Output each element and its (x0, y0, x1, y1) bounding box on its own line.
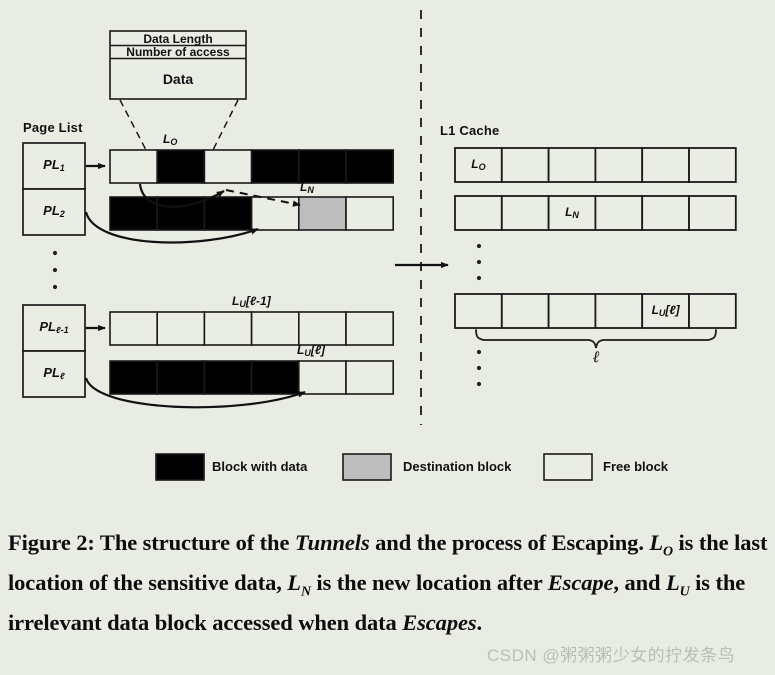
csdn-watermark: CSDN @粥粥粥少女的拧发条鸟 (487, 646, 736, 665)
cache-lu-suffix: [ℓ] (665, 303, 680, 317)
legend-swatch-dest (342, 453, 392, 481)
pll-1-sub: ℓ-1 (55, 325, 69, 335)
caption-var-ln: LN (287, 570, 311, 600)
diagram-area: Data Length Number of access Data Page L… (0, 0, 775, 520)
data-length-label: Data Length (143, 32, 213, 46)
legend-label-block-with-data: Block with data (212, 459, 308, 474)
caption-prefix: Figure 2: The structure of the (8, 530, 295, 555)
pll-1-name: PL (39, 319, 56, 334)
label-l-origin: LO (163, 132, 178, 147)
cache-cell-label-lo: LO (455, 157, 502, 172)
cache-lu-sub: U (658, 308, 666, 318)
caption-var-lu-base: L (665, 570, 680, 595)
cache-lu-name: L (651, 303, 659, 317)
caption-var-lu: LU (665, 570, 690, 600)
caption-var-ln-base: L (287, 570, 301, 595)
lu-l-suffix: [ℓ] (310, 343, 326, 357)
cache-row-3 (454, 293, 737, 329)
memory-row-pll (109, 360, 395, 395)
label-lu-l-minus-1: LU[ℓ-1] (232, 294, 271, 309)
lu-l-minus-1-suffix: [ℓ-1] (245, 294, 271, 308)
page-list-item-pl1: PL1 (23, 157, 85, 173)
pl2-name: PL (43, 203, 60, 218)
pl1-name: PL (43, 157, 60, 172)
cache-cell-label-ln: LN (549, 205, 596, 220)
cache-cell-label-lu: LU[ℓ] (642, 303, 689, 318)
figure-page: Data Length Number of access Data Page L… (0, 0, 775, 675)
legend-swatch-data (155, 453, 205, 481)
lu-l-sub: U (304, 348, 311, 358)
legend-swatch-free (543, 453, 593, 481)
caption-var-ln-sub: N (300, 584, 311, 600)
caption-em-tunnels: Tunnels (294, 530, 370, 555)
cache-ellipsis-bottom (476, 349, 482, 387)
caption-mid1: and the process of Escaping. (369, 530, 650, 555)
cache-brace-label: ℓ (592, 349, 600, 366)
cache-row-2 (454, 195, 737, 231)
cache-title: L1 Cache (440, 123, 500, 138)
caption-var-lo-sub: O (663, 544, 673, 560)
caption-mid4: , and (613, 570, 666, 595)
legend-label-destination-block: Destination block (403, 459, 512, 474)
page-list-pointer-arrows (86, 162, 106, 332)
lu-l-minus-1-sub: U (239, 299, 246, 309)
pl1-sub: 1 (59, 163, 65, 173)
legend-label-free-block: Free block (603, 459, 669, 474)
caption-em-escapes: Escapes (402, 610, 477, 635)
caption-mid3: is the new location after (310, 570, 548, 595)
cache-lo-name: L (471, 157, 479, 171)
page-list-item-pl2: PL2 (23, 203, 85, 219)
l-origin-sub: O (170, 137, 178, 147)
caption-suffix: . (476, 610, 483, 635)
page-list-title: Page List (23, 120, 83, 135)
memory-row-pll-1 (109, 311, 395, 346)
cache-brace (475, 329, 717, 349)
data-box-callout-lines (119, 99, 239, 151)
data-label: Data (162, 71, 194, 87)
caption-em-escape: Escape (547, 570, 614, 595)
label-l-new: LN (300, 180, 314, 195)
figure-caption: Figure 2: The structure of the Tunnels a… (8, 528, 768, 639)
caption-var-lo-base: L (649, 530, 664, 555)
memory-row-pl1 (109, 149, 395, 184)
caption-var-lu-sub: U (679, 584, 690, 600)
pll-name: PL (43, 365, 60, 380)
pl2-sub: 2 (59, 209, 65, 219)
pll-sub: ℓ (59, 371, 65, 381)
label-lu-l: LU[ℓ] (297, 343, 326, 358)
number-of-access-label: Number of access (126, 45, 230, 59)
caption-var-lo: LO (649, 530, 673, 560)
page-list-item-pll: PLℓ (23, 365, 85, 381)
page-list-ellipsis (52, 250, 58, 290)
cache-ellipsis-top (476, 243, 482, 281)
page-list-item-pll-1: PLℓ-1 (23, 319, 85, 335)
l-new-sub: N (307, 185, 314, 195)
cache-ln-sub: N (572, 210, 579, 220)
cache-lo-sub: O (478, 162, 486, 172)
